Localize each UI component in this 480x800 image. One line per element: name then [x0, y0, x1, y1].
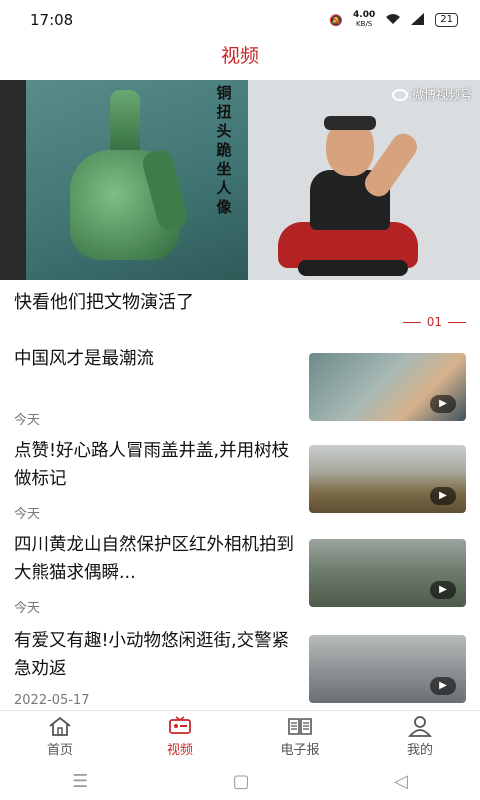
status-time: 17:08	[30, 11, 74, 29]
list-item[interactable]: 中国风才是最潮流 今天 ▶	[0, 345, 480, 435]
tab-newspaper[interactable]: 电子报	[240, 711, 360, 762]
play-icon: ▶	[430, 395, 456, 413]
weibo-eye-icon	[391, 88, 408, 101]
status-bar: 17:08 🔕 4.00 KB/S 21	[0, 0, 480, 40]
tab-label: 我的	[406, 743, 433, 758]
hero-image-statue: 铜扭头跪坐人像	[0, 80, 248, 280]
page-title: 视频	[220, 45, 259, 67]
tab-home[interactable]: 首页	[0, 711, 120, 762]
status-icons: 🔕 4.00 KB/S 21	[329, 11, 458, 29]
play-icon: ▶	[430, 581, 456, 599]
hero-image-performer: 微博视频号	[248, 80, 480, 280]
news-title: 点赞!好心路人冒雨盖井盖,并用树枝做标记	[14, 441, 290, 489]
wifi-icon	[385, 13, 401, 28]
news-date: 2022-05-17	[14, 693, 90, 708]
tab-profile[interactable]: 我的	[360, 711, 480, 762]
weibo-watermark: 微博视频号	[391, 86, 472, 103]
mute-icon: 🔕	[329, 13, 344, 27]
tab-label: 首页	[46, 743, 73, 758]
system-navigation: ☰ ▢ ◁	[0, 762, 480, 800]
home-square-icon[interactable]: ▢	[233, 771, 250, 792]
news-title: 中国风才是最潮流	[14, 349, 154, 369]
video-thumbnail: ▶	[309, 539, 466, 607]
video-thumbnail: ▶	[309, 445, 466, 513]
video-thumbnail: ▶	[309, 353, 466, 421]
profile-icon	[408, 716, 432, 737]
play-icon: ▶	[430, 677, 456, 695]
list-item[interactable]: 四川黄龙山自然保护区红外相机拍到大熊猫求偶瞬... 今天 ▶	[0, 531, 480, 621]
bottom-tab-bar: 首页 视频 电子报 我的	[0, 710, 480, 762]
newspaper-icon	[288, 718, 312, 735]
play-icon: ▶	[430, 487, 456, 505]
list-item[interactable]: 点赞!好心路人冒雨盖井盖,并用树枝做标记 今天 ▶	[0, 437, 480, 527]
menu-icon[interactable]: ☰	[72, 771, 88, 792]
hero-title[interactable]: 快看他们把文物演活了	[14, 288, 194, 314]
tab-label: 视频	[166, 743, 193, 758]
back-icon[interactable]: ◁	[394, 771, 408, 792]
news-date: 今天	[14, 507, 41, 522]
battery-icon: 21	[435, 13, 458, 27]
hero-page-indicator: 01	[402, 315, 466, 329]
hero-vertical-caption: 铜扭头跪坐人像	[216, 84, 232, 216]
video-icon	[169, 716, 191, 734]
list-item[interactable]: 有爱又有趣!小动物悠闲逛街,交警紧急劝返 2022-05-17 ▶	[0, 627, 480, 717]
tab-video[interactable]: 视频	[120, 711, 240, 762]
news-title: 有爱又有趣!小动物悠闲逛街,交警紧急劝返	[14, 631, 290, 679]
tab-label: 电子报	[280, 743, 320, 758]
video-thumbnail: ▶	[309, 635, 466, 703]
signal-icon	[411, 12, 425, 28]
hero-video[interactable]: 铜扭头跪坐人像 微博视频号	[0, 80, 480, 280]
news-date: 今天	[14, 413, 41, 428]
home-icon	[49, 716, 71, 736]
news-date: 今天	[14, 601, 41, 616]
net-speed: 4.00 KB/S	[353, 10, 376, 29]
news-title: 四川黄龙山自然保护区红外相机拍到大熊猫求偶瞬...	[14, 535, 294, 583]
